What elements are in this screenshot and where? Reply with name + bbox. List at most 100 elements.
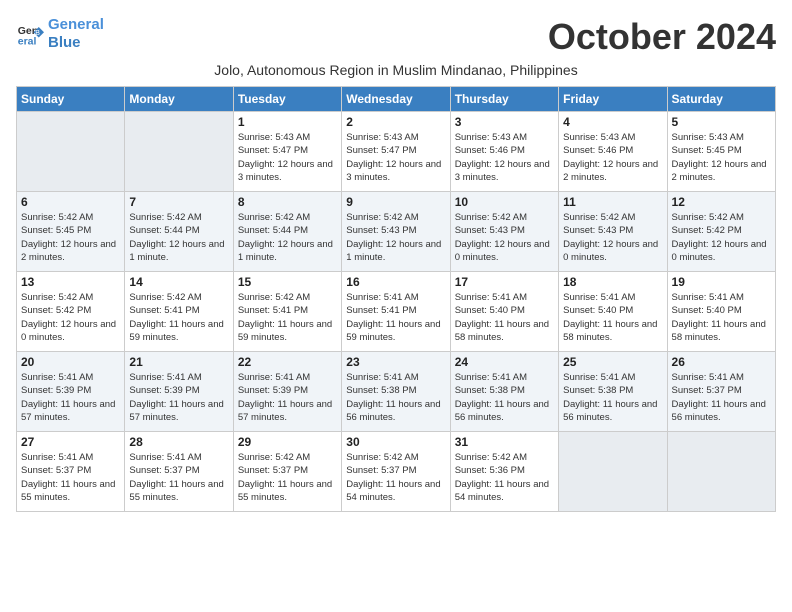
day-number: 29	[238, 435, 337, 449]
day-info: Sunrise: 5:41 AM Sunset: 5:40 PM Dayligh…	[563, 291, 662, 344]
calendar-cell: 20Sunrise: 5:41 AM Sunset: 5:39 PM Dayli…	[17, 352, 125, 432]
day-number: 5	[672, 115, 771, 129]
day-number: 17	[455, 275, 554, 289]
calendar-cell: 1 Sunrise: 5:43 AM Sunset: 5:47 PM Daylig…	[233, 112, 341, 192]
calendar-cell: 27 Sunrise: 5:41 AM Sunset: 5:37 PM Dayli…	[17, 432, 125, 512]
calendar-table: SundayMondayTuesdayWednesdayThursdayFrid…	[16, 86, 776, 512]
calendar-cell	[17, 112, 125, 192]
calendar-cell: 15 Sunrise: 5:42 AM Sunset: 5:41 PM Dayli…	[233, 272, 341, 352]
day-number: 1	[238, 115, 337, 129]
calendar-cell: 31 Sunrise: 5:42 AM Sunset: 5:36 PM Dayli…	[450, 432, 558, 512]
weekday-header-saturday: Saturday	[667, 87, 775, 112]
weekday-header-wednesday: Wednesday	[342, 87, 450, 112]
day-number: 8	[238, 195, 337, 209]
calendar-cell: 4Sunrise: 5:43 AM Sunset: 5:46 PM Daylig…	[559, 112, 667, 192]
calendar-cell: 24 Sunrise: 5:41 AM Sunset: 5:38 PM Dayli…	[450, 352, 558, 432]
day-number: 16	[346, 275, 445, 289]
weekday-header-friday: Friday	[559, 87, 667, 112]
calendar-cell: 25 Sunrise: 5:41 AM Sunset: 5:38 PM Dayli…	[559, 352, 667, 432]
day-info: Sunrise: 5:41 AM Sunset: 5:39 PM Dayligh…	[21, 371, 120, 424]
calendar-cell: 19 Sunrise: 5:41 AM Sunset: 5:40 PM Dayli…	[667, 272, 775, 352]
logo-name-line2: Blue	[48, 34, 104, 52]
day-number: 21	[129, 355, 228, 369]
day-info: Sunrise: 5:42 AM Sunset: 5:42 PM Dayligh…	[21, 291, 120, 344]
day-number: 31	[455, 435, 554, 449]
calendar-cell: 28Sunrise: 5:41 AM Sunset: 5:37 PM Dayli…	[125, 432, 233, 512]
day-info: Sunrise: 5:42 AM Sunset: 5:43 PM Dayligh…	[346, 211, 445, 264]
day-number: 9	[346, 195, 445, 209]
calendar-cell: 6 Sunrise: 5:42 AM Sunset: 5:45 PM Daylig…	[17, 192, 125, 272]
day-number: 18	[563, 275, 662, 289]
calendar-cell: 3Sunrise: 5:43 AM Sunset: 5:46 PM Daylig…	[450, 112, 558, 192]
day-info: Sunrise: 5:42 AM Sunset: 5:43 PM Dayligh…	[455, 211, 554, 264]
day-number: 13	[21, 275, 120, 289]
day-number: 22	[238, 355, 337, 369]
calendar-cell	[125, 112, 233, 192]
calendar-cell: 18 Sunrise: 5:41 AM Sunset: 5:40 PM Dayli…	[559, 272, 667, 352]
day-info: Sunrise: 5:42 AM Sunset: 5:44 PM Dayligh…	[238, 211, 337, 264]
calendar-cell: 5 Sunrise: 5:43 AM Sunset: 5:45 PM Daylig…	[667, 112, 775, 192]
day-info: Sunrise: 5:42 AM Sunset: 5:37 PM Dayligh…	[346, 451, 445, 504]
day-info: Sunrise: 5:41 AM Sunset: 5:40 PM Dayligh…	[455, 291, 554, 344]
calendar-cell: 13 Sunrise: 5:42 AM Sunset: 5:42 PM Dayli…	[17, 272, 125, 352]
calendar-cell: 30 Sunrise: 5:42 AM Sunset: 5:37 PM Dayli…	[342, 432, 450, 512]
month-title: October 2024	[548, 16, 776, 58]
calendar-cell	[667, 432, 775, 512]
calendar-cell: 22 Sunrise: 5:41 AM Sunset: 5:39 PM Dayli…	[233, 352, 341, 432]
logo-name-line1: General	[48, 16, 104, 34]
day-info: Sunrise: 5:43 AM Sunset: 5:47 PM Dayligh…	[238, 131, 337, 184]
calendar-cell: 10 Sunrise: 5:42 AM Sunset: 5:43 PM Dayli…	[450, 192, 558, 272]
day-info: Sunrise: 5:41 AM Sunset: 5:39 PM Dayligh…	[129, 371, 228, 424]
calendar-cell: 8 Sunrise: 5:42 AM Sunset: 5:44 PM Daylig…	[233, 192, 341, 272]
day-number: 2	[346, 115, 445, 129]
calendar-subtitle: Jolo, Autonomous Region in Muslim Mindan…	[16, 62, 776, 78]
weekday-header-monday: Monday	[125, 87, 233, 112]
day-info: Sunrise: 5:42 AM Sunset: 5:44 PM Dayligh…	[129, 211, 228, 264]
day-info: Sunrise: 5:43 AM Sunset: 5:47 PM Dayligh…	[346, 131, 445, 184]
day-number: 19	[672, 275, 771, 289]
calendar-cell: 9 Sunrise: 5:42 AM Sunset: 5:43 PM Daylig…	[342, 192, 450, 272]
day-info: Sunrise: 5:42 AM Sunset: 5:41 PM Dayligh…	[129, 291, 228, 344]
day-info: Sunrise: 5:42 AM Sunset: 5:37 PM Dayligh…	[238, 451, 337, 504]
day-info: Sunrise: 5:43 AM Sunset: 5:45 PM Dayligh…	[672, 131, 771, 184]
day-info: Sunrise: 5:42 AM Sunset: 5:36 PM Dayligh…	[455, 451, 554, 504]
calendar-cell: 11Sunrise: 5:42 AM Sunset: 5:43 PM Dayli…	[559, 192, 667, 272]
calendar-cell: 16 Sunrise: 5:41 AM Sunset: 5:41 PM Dayli…	[342, 272, 450, 352]
calendar-cell: 7 Sunrise: 5:42 AM Sunset: 5:44 PM Daylig…	[125, 192, 233, 272]
calendar-cell	[559, 432, 667, 512]
day-info: Sunrise: 5:42 AM Sunset: 5:45 PM Dayligh…	[21, 211, 120, 264]
day-info: Sunrise: 5:41 AM Sunset: 5:41 PM Dayligh…	[346, 291, 445, 344]
day-number: 27	[21, 435, 120, 449]
day-info: Sunrise: 5:41 AM Sunset: 5:37 PM Dayligh…	[672, 371, 771, 424]
day-number: 26	[672, 355, 771, 369]
day-info: Sunrise: 5:42 AM Sunset: 5:41 PM Dayligh…	[238, 291, 337, 344]
day-info: Sunrise: 5:42 AM Sunset: 5:42 PM Dayligh…	[672, 211, 771, 264]
day-number: 3	[455, 115, 554, 129]
svg-text:eral: eral	[18, 36, 37, 48]
day-number: 7	[129, 195, 228, 209]
day-number: 14	[129, 275, 228, 289]
day-number: 10	[455, 195, 554, 209]
calendar-cell: 2 Sunrise: 5:43 AM Sunset: 5:47 PM Daylig…	[342, 112, 450, 192]
day-number: 24	[455, 355, 554, 369]
day-info: Sunrise: 5:41 AM Sunset: 5:38 PM Dayligh…	[346, 371, 445, 424]
day-info: Sunrise: 5:41 AM Sunset: 5:37 PM Dayligh…	[21, 451, 120, 504]
calendar-cell: 21 Sunrise: 5:41 AM Sunset: 5:39 PM Dayli…	[125, 352, 233, 432]
day-number: 25	[563, 355, 662, 369]
day-info: Sunrise: 5:41 AM Sunset: 5:40 PM Dayligh…	[672, 291, 771, 344]
calendar-cell: 12Sunrise: 5:42 AM Sunset: 5:42 PM Dayli…	[667, 192, 775, 272]
weekday-header-tuesday: Tuesday	[233, 87, 341, 112]
calendar-cell: 14 Sunrise: 5:42 AM Sunset: 5:41 PM Dayli…	[125, 272, 233, 352]
logo-icon: Gen eral B	[16, 20, 44, 48]
day-number: 30	[346, 435, 445, 449]
day-info: Sunrise: 5:42 AM Sunset: 5:43 PM Dayligh…	[563, 211, 662, 264]
day-info: Sunrise: 5:41 AM Sunset: 5:38 PM Dayligh…	[563, 371, 662, 424]
svg-text:B: B	[35, 30, 40, 37]
calendar-cell: 23Sunrise: 5:41 AM Sunset: 5:38 PM Dayli…	[342, 352, 450, 432]
day-number: 6	[21, 195, 120, 209]
day-info: Sunrise: 5:41 AM Sunset: 5:39 PM Dayligh…	[238, 371, 337, 424]
day-number: 15	[238, 275, 337, 289]
day-info: Sunrise: 5:41 AM Sunset: 5:38 PM Dayligh…	[455, 371, 554, 424]
weekday-header-thursday: Thursday	[450, 87, 558, 112]
day-number: 28	[129, 435, 228, 449]
